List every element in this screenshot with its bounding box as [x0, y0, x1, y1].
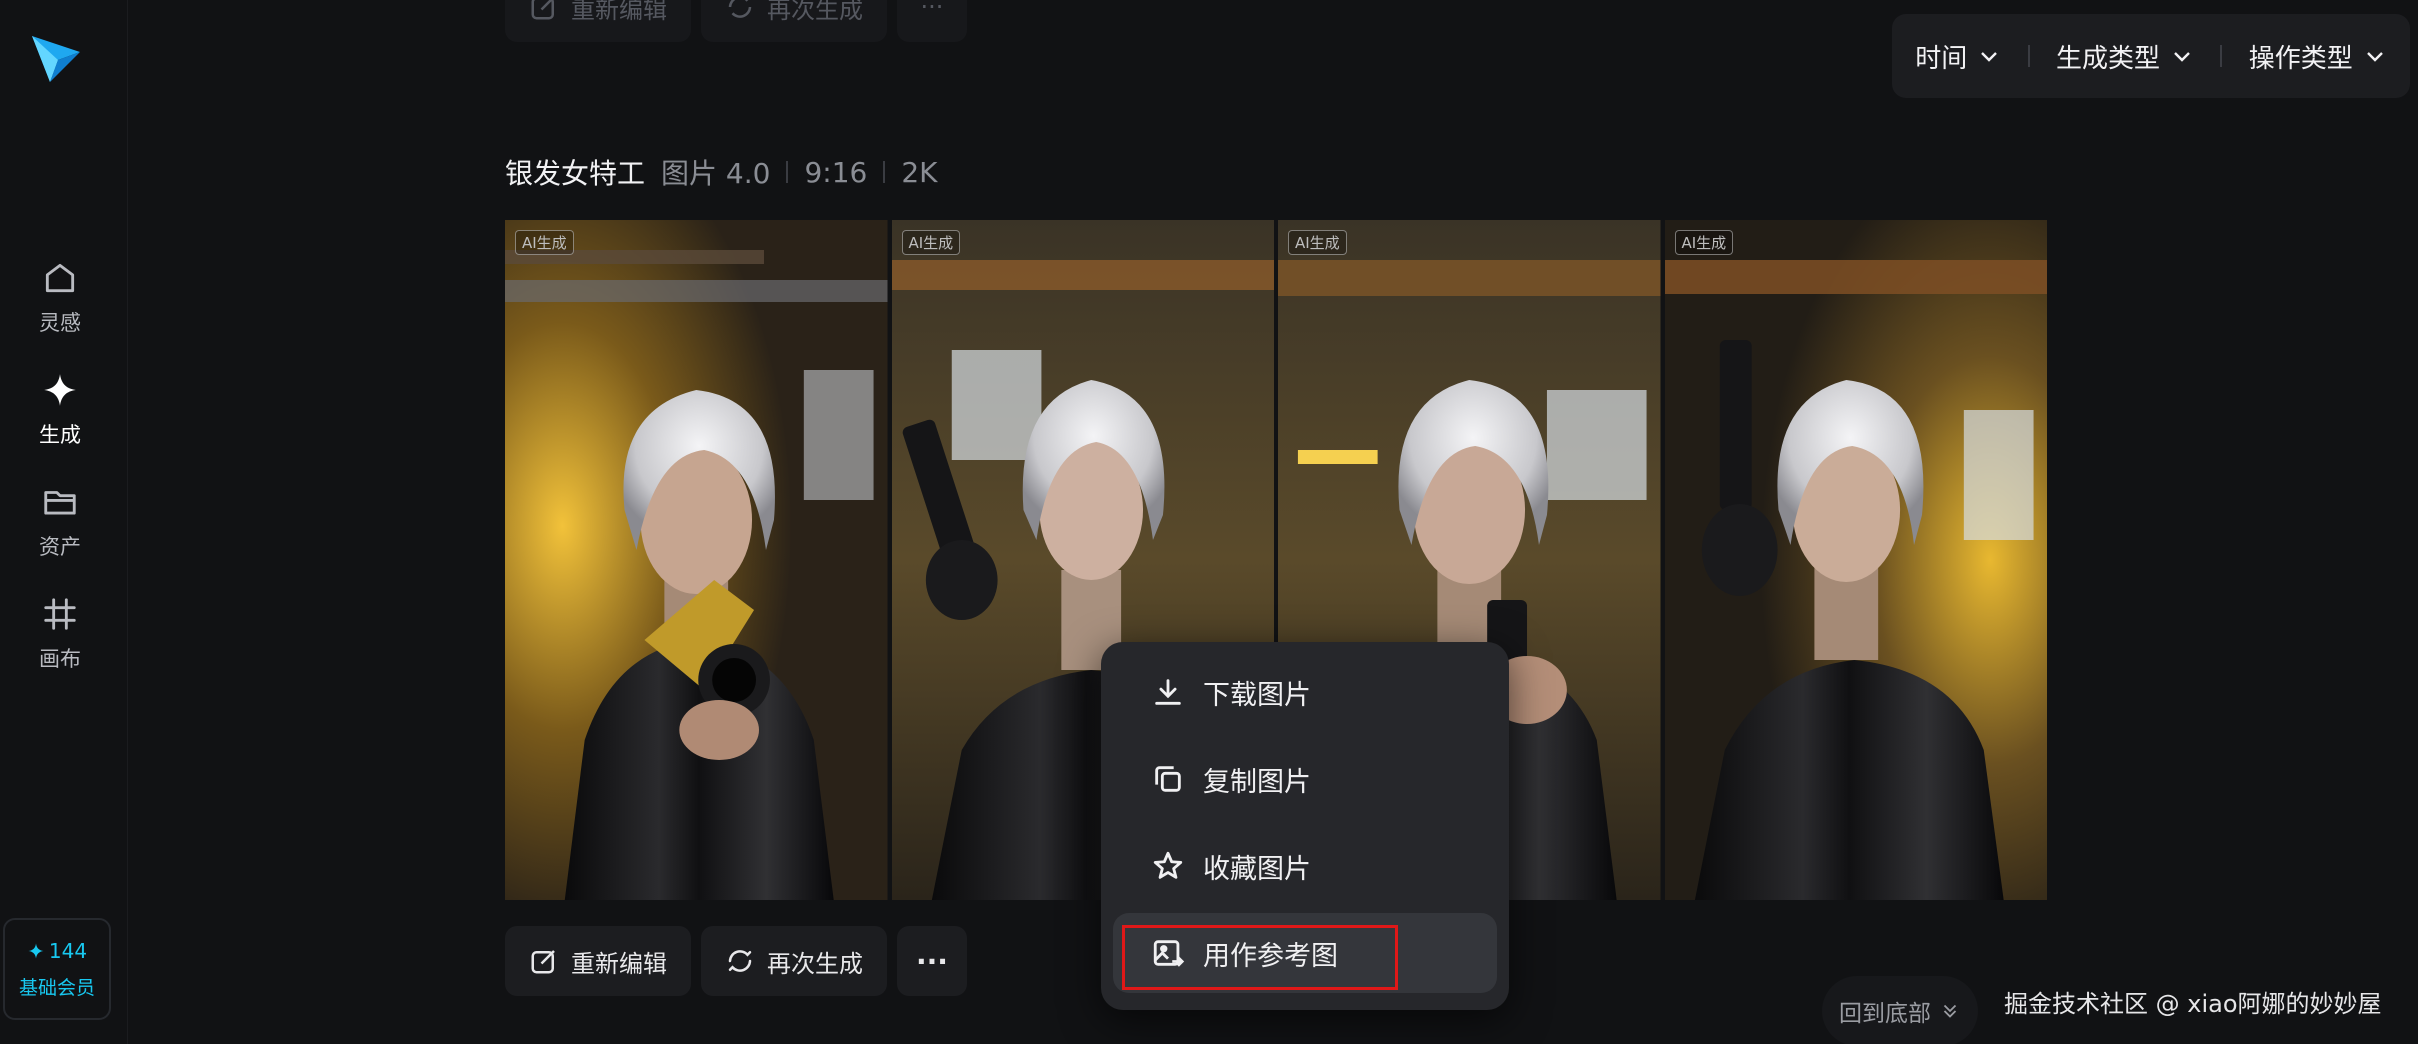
- sparkle-icon: [28, 943, 44, 958]
- chevron-down-icon: [2366, 52, 2383, 62]
- edit-icon: [531, 950, 555, 974]
- scroll-to-bottom-button[interactable]: 回到底部: [1822, 976, 1978, 1044]
- ai-generated-tag: AI生成: [1288, 230, 1347, 255]
- canvas-icon: [44, 598, 76, 630]
- edit-button[interactable]: 重新编辑: [505, 926, 691, 996]
- chevron-down-icon: [2174, 52, 2190, 62]
- menu-item-favorite[interactable]: 收藏图片: [1113, 826, 1497, 906]
- generation-title: 银发女特工: [505, 157, 646, 190]
- image-context-menu: 下载图片 复制图片 收藏图片 用作参考图: [1101, 642, 1509, 1010]
- divider: [2220, 45, 2223, 67]
- regenerate-label: 再次生成: [767, 949, 863, 978]
- generation-header: 银发女特工 图片 4.0 9:16 2K: [505, 152, 938, 192]
- filter-bar: 时间 生成类型 操作类型: [1892, 14, 2410, 98]
- star-icon: [1153, 851, 1183, 879]
- sidebar-item-label: 灵感: [39, 311, 81, 335]
- points-value: 144: [48, 938, 88, 963]
- image-content: [505, 220, 888, 900]
- menu-item-copy[interactable]: 复制图片: [1113, 739, 1497, 819]
- resolution: 2K: [901, 155, 938, 189]
- menu-item-label: 复制图片: [1203, 766, 1311, 798]
- scroll-to-bottom-label: 回到底部: [1839, 1001, 1931, 1027]
- edit-label: 重新编辑: [571, 0, 667, 24]
- operation-type-filter[interactable]: 操作类型: [2249, 38, 2387, 75]
- model-version: 图片 4.0: [661, 157, 771, 190]
- regenerate-button-previous[interactable]: 再次生成: [701, 0, 887, 42]
- sidebar-item-canvas[interactable]: 画布: [0, 584, 120, 684]
- sidebar-item-assets[interactable]: 资产: [0, 472, 120, 572]
- menu-item-use-as-reference[interactable]: 用作参考图: [1113, 913, 1497, 993]
- image-reference-icon: [1153, 940, 1185, 967]
- ai-generated-tag: AI生成: [515, 230, 574, 255]
- menu-item-download[interactable]: 下载图片: [1113, 652, 1497, 732]
- edit-label: 重新编辑: [571, 949, 667, 978]
- aspect-ratio: 9:16: [804, 155, 868, 189]
- regenerate-label: 再次生成: [767, 0, 863, 24]
- image-content: [1664, 220, 2047, 900]
- operation-type-label: 操作类型: [2248, 43, 2353, 74]
- edit-button-previous[interactable]: 重新编辑: [505, 0, 691, 42]
- home-icon: [45, 263, 75, 293]
- download-icon: [1155, 679, 1181, 705]
- generation-type-label: 生成类型: [2055, 43, 2160, 74]
- ai-generated-tag: AI生成: [1674, 230, 1734, 255]
- edit-icon: [531, 0, 554, 20]
- generated-image-4[interactable]: AI生成: [1664, 220, 2047, 900]
- watermark: 掘金技术社区 @ xiao阿娜的妙妙屋: [2004, 990, 2382, 1018]
- menu-item-label: 下载图片: [1203, 679, 1311, 711]
- sidebar-item-label: 画布: [39, 647, 81, 671]
- generated-image-1[interactable]: AI生成: [505, 220, 888, 900]
- double-chevron-down-icon: [1943, 1004, 1957, 1018]
- menu-item-label: 收藏图片: [1203, 853, 1311, 885]
- sidebar-item-label: 资产: [39, 535, 81, 559]
- time-filter[interactable]: 时间: [1915, 38, 2001, 75]
- regenerate-button[interactable]: 再次生成: [701, 926, 887, 996]
- more-button[interactable]: ···: [897, 926, 967, 996]
- divider: [2027, 45, 2030, 67]
- folder-icon: [44, 491, 76, 515]
- sidebar-item-inspiration[interactable]: 灵感: [0, 248, 120, 348]
- more-button-previous[interactable]: ···: [897, 0, 967, 42]
- sparkle-icon: [44, 374, 76, 406]
- ai-generated-tag: AI生成: [901, 230, 961, 255]
- generation-type-filter[interactable]: 生成类型: [2056, 38, 2194, 75]
- membership-badge[interactable]: 144 基础会员: [3, 918, 111, 1020]
- sidebar: 灵感 生成 资产 画布 144 基础会员: [0, 0, 128, 1044]
- divider: [786, 161, 789, 183]
- refresh-icon: [728, 950, 752, 972]
- divider: [883, 161, 886, 183]
- more-icon: ···: [916, 944, 948, 978]
- chevron-down-icon: [1981, 52, 1998, 62]
- refresh-icon: [728, 0, 752, 18]
- points-count: 144: [27, 939, 87, 963]
- sidebar-item-label: 生成: [39, 423, 81, 447]
- app-logo-icon[interactable]: [28, 30, 84, 86]
- more-icon: ···: [920, 0, 944, 21]
- copy-icon: [1155, 766, 1181, 792]
- membership-tier: 基础会员: [18, 976, 95, 999]
- time-filter-label: 时间: [1915, 43, 1968, 74]
- menu-item-label: 用作参考图: [1203, 940, 1338, 972]
- sidebar-item-generate[interactable]: 生成: [0, 360, 120, 460]
